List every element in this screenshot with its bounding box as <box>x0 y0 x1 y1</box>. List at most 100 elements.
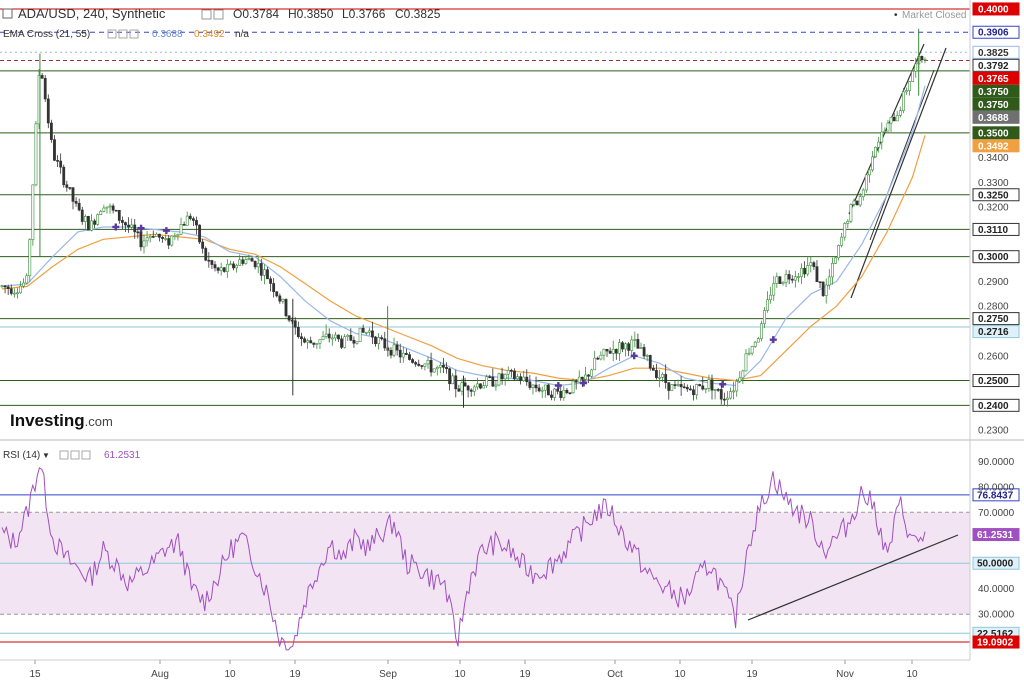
candle-body[interactable] <box>571 380 575 394</box>
candle-body[interactable] <box>28 239 32 277</box>
candle-body[interactable] <box>753 341 757 347</box>
candle-body[interactable] <box>562 389 566 398</box>
candle-body[interactable] <box>488 376 492 378</box>
candle-body[interactable] <box>411 359 414 363</box>
candle-body[interactable] <box>34 123 38 186</box>
candle-body[interactable] <box>164 238 168 240</box>
candle-body[interactable] <box>333 334 337 339</box>
candle-body[interactable] <box>525 376 529 383</box>
candle-body[interactable] <box>781 281 785 284</box>
candle-body[interactable] <box>574 380 578 383</box>
candle-body[interactable] <box>408 354 411 360</box>
candle-body[interactable] <box>77 203 81 211</box>
candle-body[interactable] <box>340 338 343 348</box>
candle-body[interactable] <box>920 56 924 60</box>
candle-body[interactable] <box>759 323 763 339</box>
candle-body[interactable] <box>688 388 692 391</box>
candle-body[interactable] <box>278 295 282 302</box>
candle-body[interactable] <box>513 370 516 380</box>
candle-body[interactable] <box>87 216 90 231</box>
candle-body[interactable] <box>426 359 430 365</box>
candle-body[interactable] <box>352 339 356 344</box>
candle-body[interactable] <box>775 276 779 284</box>
candle-body[interactable] <box>676 384 680 386</box>
candle-body[interactable] <box>108 205 112 208</box>
candle-body[interactable] <box>395 344 399 351</box>
candle-body[interactable] <box>195 220 198 226</box>
candle-body[interactable] <box>642 347 646 357</box>
candle-body[interactable] <box>895 115 899 122</box>
candle-body[interactable] <box>139 231 143 248</box>
candle-body[interactable] <box>855 200 859 206</box>
candle-body[interactable] <box>528 381 532 388</box>
candle-body[interactable] <box>543 384 547 391</box>
candle-body[interactable] <box>475 383 479 388</box>
candle-body[interactable] <box>259 263 263 276</box>
candle-body[interactable] <box>207 259 211 262</box>
candle-body[interactable] <box>250 258 254 262</box>
candle-body[interactable] <box>167 238 171 246</box>
candle-body[interactable] <box>827 276 831 286</box>
candle-body[interactable] <box>741 370 745 379</box>
candle-body[interactable] <box>580 376 584 380</box>
candle-body[interactable] <box>923 59 927 61</box>
candle-body[interactable] <box>185 215 189 226</box>
candle-body[interactable] <box>655 370 658 378</box>
candle-body[interactable] <box>793 276 797 281</box>
candle-body[interactable] <box>0 285 4 287</box>
candle-body[interactable] <box>287 315 291 321</box>
candle-body[interactable] <box>377 337 381 345</box>
candle-body[interactable] <box>90 220 93 231</box>
candle-body[interactable] <box>602 348 606 356</box>
candle-body[interactable] <box>766 299 769 311</box>
candle-body[interactable] <box>31 184 35 240</box>
candle-body[interactable] <box>673 384 677 386</box>
candle-body[interactable] <box>53 139 56 161</box>
candle-body[interactable] <box>472 386 476 392</box>
candle-body[interactable] <box>685 387 689 390</box>
candle-body[interactable] <box>784 274 788 283</box>
candle-body[interactable] <box>111 205 115 211</box>
candle-body[interactable] <box>713 389 717 391</box>
candle-body[interactable] <box>62 166 66 186</box>
candle-body[interactable] <box>275 291 279 297</box>
candle-body[interactable] <box>262 269 266 276</box>
candle-body[interactable] <box>151 236 155 238</box>
candle-body[interactable] <box>191 218 195 221</box>
candle-body[interactable] <box>614 348 618 354</box>
candle-body[interactable] <box>463 382 467 387</box>
candle-body[interactable] <box>611 348 615 354</box>
candle-body[interactable] <box>404 352 408 355</box>
candle-body[interactable] <box>608 350 612 354</box>
candle-body[interactable] <box>621 342 624 350</box>
candle-body[interactable] <box>719 389 723 400</box>
candle-body[interactable] <box>256 263 260 268</box>
candle-body[interactable] <box>769 294 773 301</box>
candle-body[interactable] <box>818 281 822 283</box>
candle-body[interactable] <box>80 209 84 222</box>
candle-body[interactable] <box>469 389 473 392</box>
candle-body[interactable] <box>65 184 69 188</box>
candle-body[interactable] <box>707 379 711 389</box>
candle-body[interactable] <box>457 388 461 392</box>
candle-body[interactable] <box>358 327 362 342</box>
candle-body[interactable] <box>630 339 634 351</box>
candle-body[interactable] <box>898 110 902 116</box>
candle-body[interactable] <box>651 367 655 371</box>
candle-body[interactable] <box>809 262 813 266</box>
candle-body[interactable] <box>519 376 523 382</box>
candle-body[interactable] <box>219 267 223 271</box>
candle-body[interactable] <box>864 174 868 191</box>
candle-body[interactable] <box>503 373 507 380</box>
candle-body[interactable] <box>577 376 581 383</box>
candle-body[interactable] <box>105 206 109 209</box>
rsi-close-icon[interactable] <box>81 450 91 460</box>
candle-body[interactable] <box>722 398 726 401</box>
candle-body[interactable] <box>312 342 316 345</box>
candle-body[interactable] <box>858 196 862 206</box>
candle-body[interactable] <box>658 376 661 379</box>
candle-body[interactable] <box>330 337 334 340</box>
candle-body[interactable] <box>522 376 526 382</box>
candle-body[interactable] <box>154 233 158 237</box>
candle-body[interactable] <box>225 263 229 272</box>
